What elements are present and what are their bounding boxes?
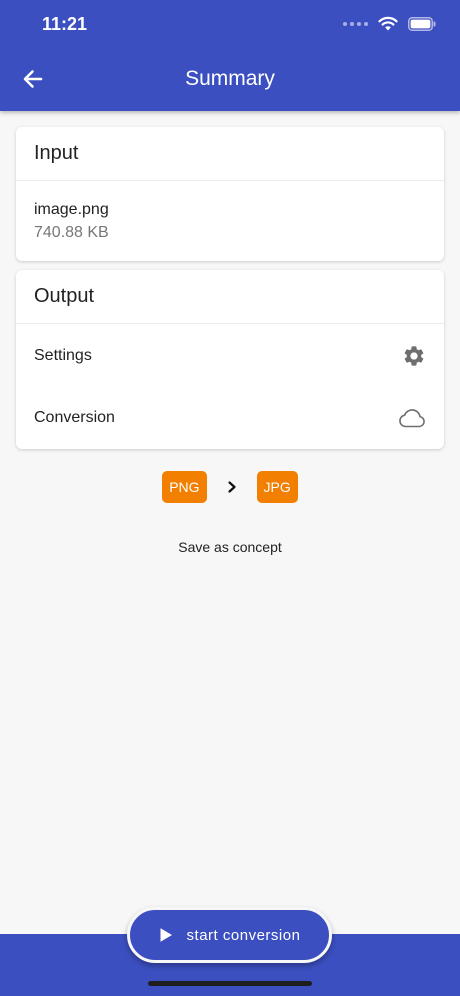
app-bar: 11:21 Summary xyxy=(0,0,460,111)
signal-icon xyxy=(343,21,368,26)
chevron-right-icon xyxy=(221,476,243,498)
output-card: Output Settings Conversion xyxy=(16,270,444,449)
settings-label: Settings xyxy=(34,347,92,364)
start-conversion-label: start conversion xyxy=(186,926,301,944)
status-icons xyxy=(343,16,436,31)
input-file-name: image.png xyxy=(34,201,109,218)
conversion-label: Conversion xyxy=(34,409,115,426)
input-card: Input image.png 740.88 KB xyxy=(16,127,444,261)
output-card-title: Output xyxy=(16,270,444,324)
conversion-row[interactable]: Conversion xyxy=(16,388,444,448)
input-file-size: 740.88 KB xyxy=(34,224,109,241)
start-conversion-button[interactable]: start conversion xyxy=(127,907,332,963)
page-title: Summary xyxy=(185,67,275,90)
status-time: 11:21 xyxy=(42,14,88,34)
cloud-icon xyxy=(399,409,425,428)
input-card-title: Input xyxy=(16,127,444,181)
wifi-icon xyxy=(378,16,398,31)
play-icon xyxy=(160,928,172,942)
target-format-chip: JPG xyxy=(256,471,298,503)
home-indicator xyxy=(148,981,312,986)
source-format-chip: PNG xyxy=(162,471,207,503)
format-conversion-indicator: PNG JPG xyxy=(0,471,460,503)
save-as-concept-button[interactable]: Save as concept xyxy=(0,539,460,555)
settings-row[interactable]: Settings xyxy=(16,326,444,386)
summary-screen: 11:21 Summary Input image.png 740.88 KB … xyxy=(0,0,460,996)
gear-icon xyxy=(404,346,424,366)
battery-icon xyxy=(408,16,436,31)
